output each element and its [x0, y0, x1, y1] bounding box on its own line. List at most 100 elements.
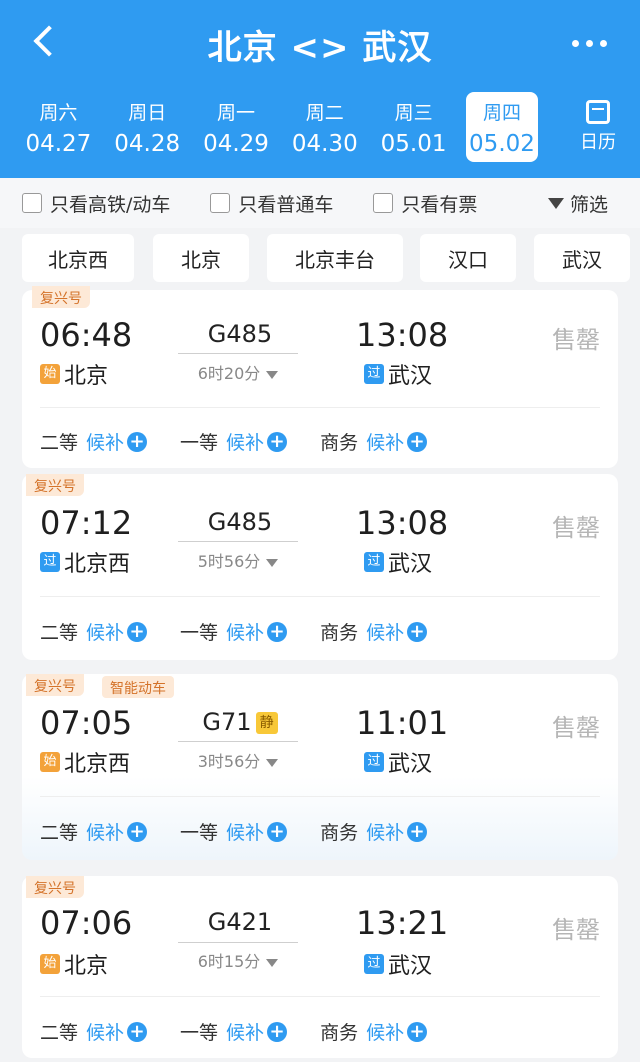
train-card[interactable]: 复兴号 07:06 G421 6时15分 13:21 售罄 始北京 过武汉 二等… [22, 876, 618, 1058]
more-icon[interactable] [570, 28, 610, 58]
plus-icon[interactable]: + [267, 821, 288, 842]
fuxing-tag: 复兴号 [26, 876, 84, 898]
seat-class: 一等 [180, 432, 219, 454]
filter-label: 只看高铁/动车 [50, 193, 171, 216]
date-tab[interactable]: 周一 04.29 [192, 92, 281, 162]
page-title: 北京 <> 武汉 [207, 28, 433, 68]
seat-class: 商务 [320, 822, 359, 844]
pass-badge: 过 [364, 954, 384, 974]
checkbox-icon[interactable] [373, 193, 394, 213]
filter-label: 只看普通车 [238, 193, 334, 216]
seat-class: 一等 [180, 822, 219, 844]
seat-class: 商务 [320, 432, 359, 454]
seat-class: 二等 [40, 622, 79, 644]
train-number: G485 [207, 320, 273, 348]
seat-business-class[interactable]: 商务 候补 + [320, 428, 428, 455]
waitlist-label: 候补 [226, 822, 265, 844]
filter-youpiao[interactable]: 只看有票 [373, 190, 477, 217]
arrival-time: 13:08 [356, 504, 449, 542]
date-tab[interactable]: 周日 04.28 [103, 92, 192, 162]
calendar-icon [586, 100, 610, 124]
seat-first-class[interactable]: 一等 候补 + [180, 1018, 288, 1045]
station-name: 北京 [64, 364, 109, 389]
train-number: G71 静 [180, 708, 300, 736]
plus-icon[interactable]: + [407, 621, 428, 642]
plus-icon[interactable]: + [127, 1021, 148, 1042]
train-card[interactable]: 复兴号 智能动车 07:05 G71 静 3时56分 11:01 售罄 始北京西 … [22, 674, 618, 860]
checkbox-icon[interactable] [22, 193, 42, 213]
duration[interactable]: 5时56分 [178, 548, 298, 572]
plus-icon[interactable]: + [127, 821, 148, 842]
date-value: 04.28 [114, 131, 181, 157]
station-chip[interactable]: 武汉 [534, 234, 630, 282]
train-line [178, 942, 298, 943]
date-bar: 周六 04.27 周日 04.28 周一 04.29 周二 04.30 周三 05.01 … [14, 92, 538, 162]
screen-button[interactable]: 筛选 [547, 190, 608, 217]
filter-gaotie[interactable]: 只看高铁/动车 [22, 190, 170, 217]
waitlist-label: 候补 [366, 432, 405, 454]
waitlist-label: 候补 [366, 622, 405, 644]
divider [40, 407, 600, 408]
duration[interactable]: 6时20分 [178, 360, 298, 384]
seat-business-class[interactable]: 商务 候补 + [320, 1018, 428, 1045]
calendar-button[interactable]: 日历 [576, 96, 620, 156]
train-card[interactable]: 复兴号 07:12 G485 5时56分 13:08 售罄 过北京西 过武汉 二… [22, 474, 618, 660]
fuxing-tag: 复兴号 [26, 674, 84, 696]
plus-icon[interactable]: + [407, 431, 428, 452]
seat-row: 二等 候补 + 一等 候补 + 商务 候补 + [40, 818, 460, 845]
station-chip[interactable]: 北京丰台 [267, 234, 403, 282]
plus-icon[interactable]: + [407, 821, 428, 842]
arrival-station: 过武汉 [364, 948, 432, 980]
start-badge: 始 [40, 752, 60, 772]
filter-putong[interactable]: 只看普通车 [210, 190, 333, 217]
train-line [178, 353, 298, 354]
station-name: 武汉 [388, 552, 433, 577]
date-tab[interactable]: 周六 04.27 [14, 92, 103, 162]
seat-second-class[interactable]: 二等 候补 + [40, 1018, 148, 1045]
waitlist-label: 候补 [226, 1022, 265, 1044]
seat-first-class[interactable]: 一等 候补 + [180, 618, 288, 645]
status-label: 售罄 [552, 326, 600, 354]
seat-row: 二等 候补 + 一等 候补 + 商务 候补 + [40, 428, 460, 455]
plus-icon[interactable]: + [267, 1021, 288, 1042]
station-chip[interactable]: 汉口 [420, 234, 516, 282]
seat-first-class[interactable]: 一等 候补 + [180, 428, 288, 455]
back-icon[interactable] [30, 22, 60, 62]
plus-icon[interactable]: + [407, 1021, 428, 1042]
duration[interactable]: 3时56分 [178, 748, 298, 772]
pass-badge: 过 [40, 552, 60, 572]
seat-class: 一等 [180, 622, 219, 644]
duration[interactable]: 6时15分 [178, 948, 298, 972]
departure-time: 07:06 [40, 904, 133, 942]
date-tab-selected[interactable]: 周四 05.02 [465, 92, 538, 162]
station-name: 武汉 [388, 954, 433, 979]
waitlist-label: 候补 [366, 822, 405, 844]
seat-second-class[interactable]: 二等 候补 + [40, 428, 148, 455]
date-tab[interactable]: 周二 04.30 [280, 92, 369, 162]
train-number: G421 [207, 908, 273, 936]
checkbox-icon[interactable] [210, 193, 231, 213]
plus-icon[interactable]: + [127, 621, 148, 642]
plus-icon[interactable]: + [267, 431, 288, 452]
seat-business-class[interactable]: 商务 候补 + [320, 618, 428, 645]
seat-business-class[interactable]: 商务 候补 + [320, 818, 428, 845]
plus-icon[interactable]: + [127, 431, 148, 452]
departure-station: 过北京西 [40, 546, 130, 578]
station-chip[interactable]: 北京 [153, 234, 249, 282]
seat-second-class[interactable]: 二等 候补 + [40, 818, 148, 845]
seat-second-class[interactable]: 二等 候补 + [40, 618, 148, 645]
seat-row: 二等 候补 + 一等 候补 + 商务 候补 + [40, 1018, 460, 1045]
train-line [178, 741, 298, 742]
seat-class: 二等 [40, 432, 79, 454]
arrival-station: 过武汉 [364, 546, 432, 578]
date-value: 05.02 [469, 131, 535, 157]
station-chip[interactable]: 北京西 [22, 234, 134, 282]
date-value: 05.01 [380, 131, 447, 157]
screen-label: 筛选 [569, 193, 608, 216]
train-card[interactable]: 复兴号 06:48 G485 6时20分 13:08 售罄 始北京 过武汉 二等… [22, 286, 618, 468]
date-tab[interactable]: 周三 05.01 [369, 92, 458, 162]
seat-first-class[interactable]: 一等 候补 + [180, 818, 288, 845]
plus-icon[interactable]: + [267, 621, 288, 642]
waitlist-label: 候补 [86, 1022, 125, 1044]
seat-class: 二等 [40, 1022, 79, 1044]
